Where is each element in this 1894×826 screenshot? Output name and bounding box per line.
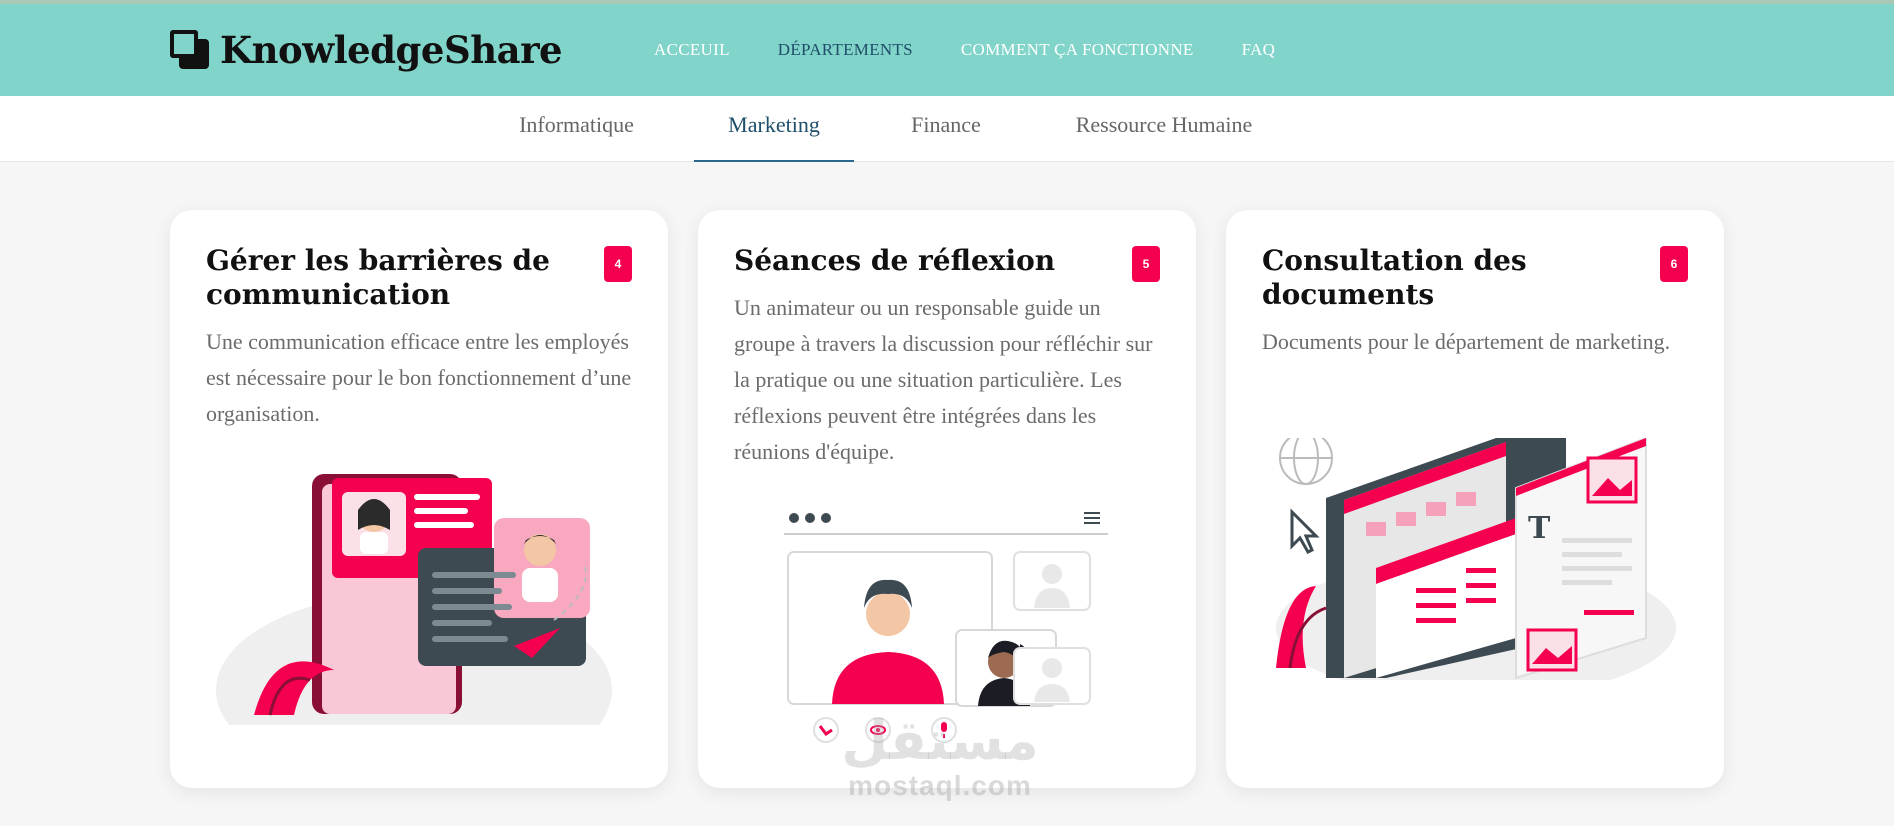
card-badge: 4 (604, 246, 632, 282)
card-title: Consultation des documents (1262, 244, 1527, 311)
card-consultation-documents[interactable]: Consultation des documents 6 Documents p… (1226, 210, 1724, 788)
logo[interactable]: KnowledgeShare (170, 28, 563, 72)
documents-illustration: T (1276, 438, 1676, 680)
card-badge: 6 (1660, 246, 1688, 282)
nav-link-faq[interactable]: FAQ (1242, 40, 1276, 60)
nav-link-accueil[interactable]: ACCEUIL (654, 40, 730, 60)
chat-illustration (216, 474, 612, 725)
logo-icon (170, 30, 210, 70)
card-title: Séances de réflexion (734, 244, 1056, 277)
card-text: Documents pour le département de marketi… (1262, 329, 1671, 354)
nav-link-comment-ca-fonctionne[interactable]: COMMENT ÇA FONCTIONNE (961, 40, 1194, 60)
site-header: KnowledgeShare ACCEUIL DÉPARTEMENTS COMM… (0, 4, 1894, 96)
card-text: Une communication efficace entre les emp… (206, 329, 632, 426)
card-communication[interactable]: Gérer les barrières de communication 4 U… (170, 210, 668, 788)
card-seances-reflexion[interactable]: Séances de réflexion 5 Un animateur ou u… (698, 210, 1196, 788)
department-tabs: Informatique Marketing Finance Ressource… (0, 96, 1894, 162)
tab-ressource-humaine[interactable]: Ressource Humaine (1058, 96, 1270, 162)
logo-text: KnowledgeShare (220, 28, 563, 72)
card-badge: 5 (1132, 246, 1160, 282)
tab-finance[interactable]: Finance (896, 96, 996, 162)
main-nav: ACCEUIL DÉPARTEMENTS COMMENT ÇA FONCTION… (654, 40, 1323, 60)
nav-link-departements[interactable]: DÉPARTEMENTS (778, 40, 913, 60)
video-call-illustration (784, 512, 1108, 743)
tab-marketing[interactable]: Marketing (694, 96, 854, 162)
svg-text:T: T (1528, 511, 1551, 546)
card-title: Gérer les barrières de communication (206, 244, 550, 311)
tab-informatique[interactable]: Informatique (500, 96, 653, 162)
card-text: Un animateur ou un responsable guide un … (734, 295, 1153, 464)
